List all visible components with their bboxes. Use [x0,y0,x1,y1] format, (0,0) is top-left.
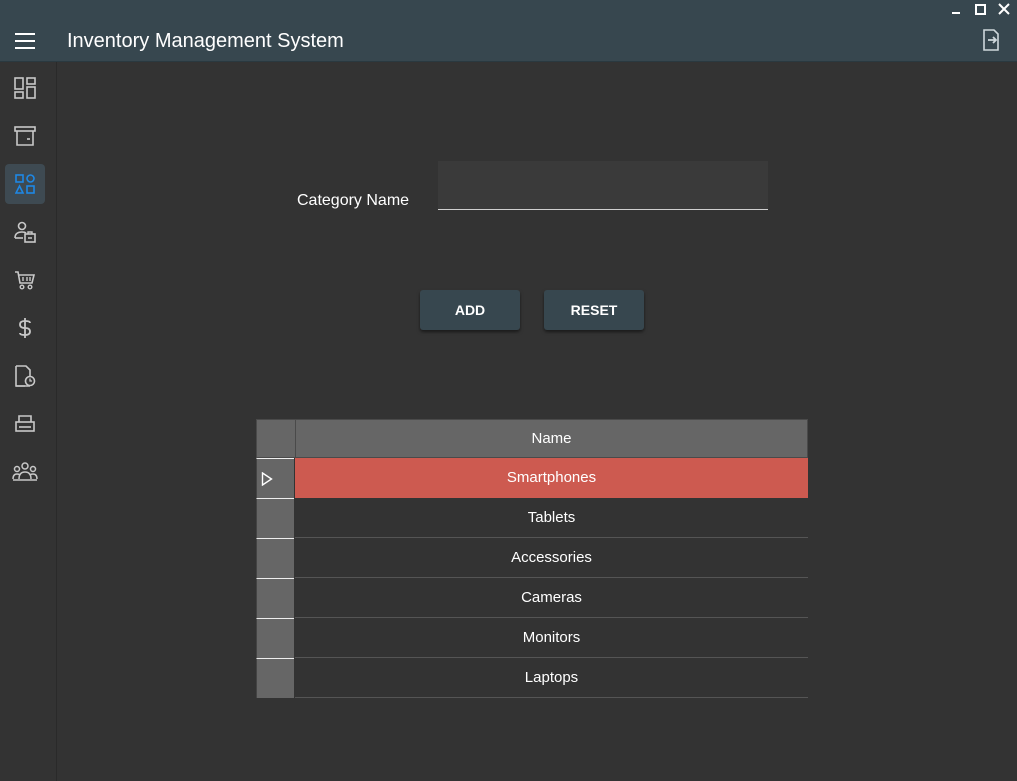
sidebar-item-dashboard[interactable] [5,68,45,108]
users-icon [12,462,38,481]
name-cell[interactable]: Cameras [295,578,808,618]
table-row[interactable]: Cameras [256,578,808,618]
window-controls [949,2,1011,16]
row-header[interactable] [256,458,294,498]
categories-grid: Name Smartphones Tablets Accessories Cam… [256,419,808,698]
close-icon[interactable] [997,2,1011,16]
sidebar-item-reports[interactable] [5,356,45,396]
add-button[interactable]: ADD [420,290,520,330]
cart-icon [15,271,36,290]
row-header[interactable] [256,658,294,698]
report-icon [15,365,36,387]
column-header-name[interactable]: Name [296,420,807,457]
row-header[interactable] [256,538,294,578]
table-row[interactable]: Accessories [256,538,808,578]
sidebar-item-suppliers[interactable] [5,212,45,252]
sidebar-item-print[interactable] [5,404,45,444]
sidebar [0,62,57,781]
minimize-icon[interactable] [949,2,963,16]
grid-header: Name [256,419,808,458]
sidebar-item-orders[interactable] [5,260,45,300]
title-bar: Inventory Management System [0,0,1017,62]
category-name-input[interactable] [438,161,768,209]
grid-corner-cell[interactable] [257,420,296,457]
reset-button[interactable]: RESET [544,290,644,330]
current-row-arrow-icon [261,472,273,486]
table-row[interactable]: Laptops [256,658,808,698]
row-header[interactable] [256,578,294,618]
name-cell[interactable]: Smartphones [295,458,808,498]
row-header[interactable] [256,618,294,658]
table-row[interactable]: Smartphones [256,458,808,498]
categories-icon [15,174,35,194]
name-cell[interactable]: Laptops [295,658,808,698]
sidebar-item-categories[interactable] [5,164,45,204]
supplier-icon [14,221,36,243]
archive-icon [14,126,36,146]
category-name-label: Category Name [297,192,410,209]
name-cell[interactable]: Monitors [295,618,808,658]
sidebar-item-users[interactable] [5,452,45,492]
hamburger-menu-icon[interactable] [15,33,35,49]
table-row[interactable]: Monitors [256,618,808,658]
dashboard-icon [14,77,36,99]
app-title: Inventory Management System [67,30,344,52]
name-cell[interactable]: Tablets [295,498,808,538]
printer-icon [15,415,35,432]
sidebar-item-sales[interactable] [5,308,45,348]
maximize-icon[interactable] [973,2,987,16]
sidebar-item-archive[interactable] [5,116,45,156]
name-cell[interactable]: Accessories [295,538,808,578]
logout-icon[interactable] [981,28,1001,52]
row-header[interactable] [256,498,294,538]
table-row[interactable]: Tablets [256,498,808,538]
category-name-field-wrapper [438,161,768,210]
dollar-icon [19,318,31,338]
